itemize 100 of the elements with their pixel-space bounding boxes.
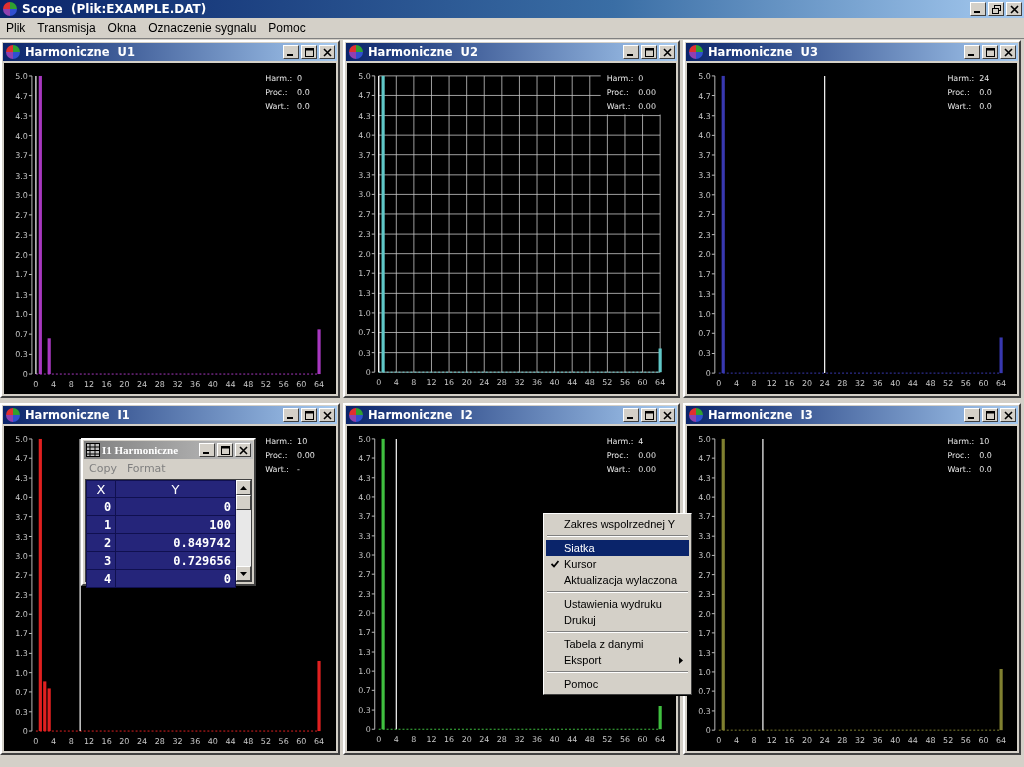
x-tick-label: 32 xyxy=(172,737,183,746)
close-button[interactable] xyxy=(1006,2,1022,16)
menu-item[interactable]: Zakres wspolrzednej Y xyxy=(546,516,689,532)
minimize-button[interactable] xyxy=(964,45,980,59)
x-tick-label: 48 xyxy=(243,737,254,746)
close-button[interactable] xyxy=(235,443,251,457)
y-tick-label: 4.0 xyxy=(698,131,711,141)
maximize-button[interactable] xyxy=(982,45,998,59)
menu-item[interactable]: Kursor xyxy=(546,556,689,572)
y-tick-label: 1.3 xyxy=(15,290,28,300)
column-header: X xyxy=(86,480,116,498)
minimize-button[interactable] xyxy=(970,2,986,16)
y-tick-label: 3.0 xyxy=(698,551,711,561)
maximize-icon xyxy=(644,410,654,420)
y-tick-label: 4.3 xyxy=(698,473,711,483)
y-tick-label: 0 xyxy=(22,727,28,737)
x-tick-label: 8 xyxy=(751,736,757,746)
x-tick-label: 12 xyxy=(426,735,437,745)
menu-item[interactable]: Eksport xyxy=(546,652,689,668)
close-button[interactable] xyxy=(1000,408,1016,422)
menu-item[interactable]: Plik xyxy=(0,21,32,35)
table-cell: 0 xyxy=(86,497,116,516)
y-tick-label: 2.7 xyxy=(358,209,371,219)
y-tick-label: 3.0 xyxy=(698,190,711,200)
x-tick-label: 44 xyxy=(907,379,918,389)
y-tick-label: 2.7 xyxy=(698,210,711,220)
x-tick-label: 52 xyxy=(943,736,954,746)
minimize-button[interactable] xyxy=(199,443,215,457)
x-tick-label: 16 xyxy=(444,735,455,745)
x-tick-label: 44 xyxy=(567,378,578,388)
y-tick-label: 1.3 xyxy=(15,649,28,659)
scrollbar[interactable] xyxy=(236,480,251,581)
readout-label: Proc.: xyxy=(947,87,970,97)
close-button[interactable] xyxy=(319,408,335,422)
app-logo-icon xyxy=(2,1,18,17)
close-button[interactable] xyxy=(659,45,675,59)
scroll-up-icon[interactable] xyxy=(240,485,247,490)
menu-item[interactable]: Oznaczenie sygnalu xyxy=(142,21,263,35)
menu-item[interactable]: Pomoc xyxy=(262,21,312,35)
x-tick-label: 60 xyxy=(978,379,989,389)
y-tick-label: 4.7 xyxy=(15,454,28,464)
maximize-button[interactable] xyxy=(641,45,657,59)
y-tick-label: 2.3 xyxy=(358,230,371,240)
menu-item[interactable]: Okna xyxy=(101,21,143,35)
close-button[interactable] xyxy=(319,45,335,59)
y-tick-label: 4.7 xyxy=(698,454,711,464)
scroll-up-button[interactable] xyxy=(236,480,251,495)
x-tick-label: 20 xyxy=(461,735,472,745)
x-tick-label: 40 xyxy=(207,737,218,746)
maximize-button[interactable] xyxy=(641,408,657,422)
y-tick-label: 1.0 xyxy=(698,309,711,319)
x-tick-label: 52 xyxy=(602,378,613,388)
x-tick-label: 64 xyxy=(655,378,666,388)
x-tick-label: 36 xyxy=(190,737,201,746)
y-tick-label: 4.7 xyxy=(15,91,28,101)
readout-value: 0.00 xyxy=(638,464,656,474)
y-tick-label: 2.3 xyxy=(15,590,28,600)
menu-item[interactable]: Drukuj xyxy=(546,612,689,628)
x-tick-label: 20 xyxy=(801,379,813,389)
minimize-button[interactable] xyxy=(283,408,299,422)
restore-button[interactable] xyxy=(988,2,1004,16)
menu-item[interactable]: Aktualizacja wylaczona xyxy=(546,572,689,588)
scroll-down-icon[interactable] xyxy=(240,571,247,576)
y-tick-label: 3.3 xyxy=(358,170,371,180)
window-title: Harmoniczne I2 xyxy=(368,408,474,422)
menu-item[interactable]: Ustawienia wydruku xyxy=(546,596,689,612)
x-tick-label: 52 xyxy=(602,735,613,745)
y-tick-label: 2.7 xyxy=(15,571,28,581)
readout-value: 0 xyxy=(297,73,303,83)
x-tick-label: 56 xyxy=(960,736,971,746)
readout-label: Harm.: xyxy=(265,73,293,83)
y-tick-label: 4.0 xyxy=(15,493,28,503)
readout-value: 0.0 xyxy=(979,87,992,97)
close-button[interactable] xyxy=(659,408,675,422)
menu-item[interactable]: Pomoc xyxy=(546,676,689,692)
x-tick-label: 0 xyxy=(33,380,39,389)
minimize-button[interactable] xyxy=(964,408,980,422)
x-tick-label: 40 xyxy=(549,378,560,388)
close-icon xyxy=(1003,410,1013,420)
minimize-button[interactable] xyxy=(283,45,299,59)
minimize-button[interactable] xyxy=(623,45,639,59)
scroll-thumb[interactable] xyxy=(236,495,251,510)
menu-item[interactable]: Siatka xyxy=(546,540,689,556)
maximize-button[interactable] xyxy=(301,45,317,59)
menu-item[interactable]: Transmisja xyxy=(31,21,102,35)
maximize-button[interactable] xyxy=(982,408,998,422)
y-tick-label: 2.7 xyxy=(15,210,28,220)
close-button[interactable] xyxy=(1000,45,1016,59)
scroll-down-button[interactable] xyxy=(236,566,251,581)
x-tick-label: 64 xyxy=(655,735,666,745)
readout-value: 0.0 xyxy=(979,464,992,474)
minimize-icon xyxy=(627,54,633,56)
menu-item[interactable]: Tabela z danymi xyxy=(546,636,689,652)
window-title: Harmoniczne U3 xyxy=(708,45,819,59)
maximize-icon xyxy=(985,47,995,57)
minimize-button[interactable] xyxy=(623,408,639,422)
x-tick-label: 20 xyxy=(801,736,813,746)
maximize-button[interactable] xyxy=(217,443,233,457)
x-tick-label: 16 xyxy=(444,378,455,388)
maximize-button[interactable] xyxy=(301,408,317,422)
